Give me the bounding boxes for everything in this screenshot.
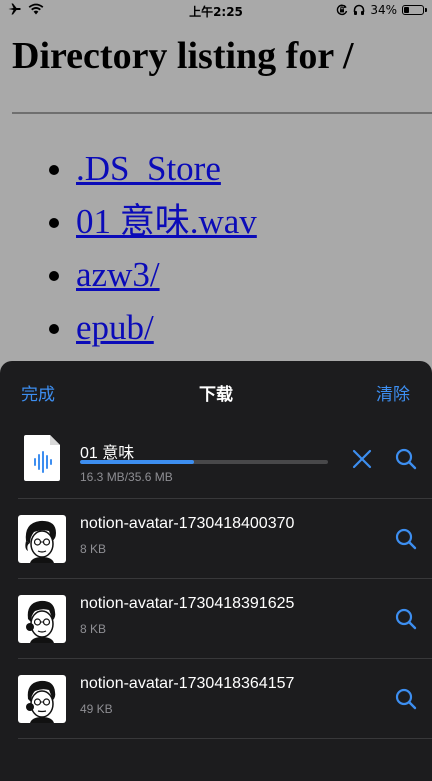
- status-right: 34%: [336, 3, 427, 17]
- battery-fill: [404, 7, 409, 13]
- horizontal-rule: [12, 112, 432, 114]
- search-icon[interactable]: [394, 447, 418, 471]
- close-icon[interactable]: [350, 447, 374, 471]
- download-file-name: notion-avatar-1730418400370: [80, 515, 295, 532]
- download-file-size: 49 KB: [80, 702, 113, 716]
- avatar-thumbnail: [18, 515, 66, 563]
- download-file-name: notion-avatar-1730418391625: [80, 595, 295, 612]
- avatar-thumbnail: [18, 595, 66, 643]
- downloads-sheet: 完成 下载 清除 01 意味 16.3 MB/35.6 MB notion-av…: [0, 361, 432, 781]
- sheet-title: 下载: [199, 385, 233, 404]
- page-title: Directory listing for /: [12, 35, 354, 77]
- folder-link-epub[interactable]: epub/: [76, 308, 154, 347]
- audio-file-icon: [24, 435, 60, 481]
- orientation-lock-icon: [337, 4, 348, 16]
- sheet-header: 完成 下载 清除: [0, 361, 432, 419]
- active-download-size: 16.3 MB/35.6 MB: [80, 470, 173, 484]
- search-icon[interactable]: [394, 607, 418, 631]
- search-icon[interactable]: [394, 687, 418, 711]
- avatar-illustration: [25, 520, 56, 563]
- avatar-thumbnail: [18, 675, 66, 723]
- list-item: .DS_Store: [76, 142, 257, 195]
- download-row-active[interactable]: 01 意味 16.3 MB/35.6 MB: [0, 419, 432, 499]
- avatar-illustration: [26, 600, 56, 643]
- battery-percent: 34%: [370, 3, 397, 17]
- status-bar: 上午2:25 34%: [0, 0, 432, 22]
- clear-button[interactable]: 清除: [376, 380, 410, 405]
- download-row[interactable]: notion-avatar-1730418364157 49 KB: [0, 659, 432, 739]
- file-link-wav[interactable]: 01 意味.wav: [76, 202, 257, 241]
- download-file-size: 8 KB: [80, 622, 107, 636]
- list-item: azw3/: [76, 248, 257, 301]
- folder-link-azw3[interactable]: azw3/: [76, 255, 160, 294]
- download-file-name: notion-avatar-1730418364157: [80, 675, 295, 692]
- row-divider: [18, 738, 432, 739]
- download-progress-fill: [80, 460, 194, 464]
- headphones-icon: [354, 4, 365, 15]
- avatar-illustration: [26, 680, 56, 723]
- download-progress-bar: [80, 460, 328, 464]
- download-row[interactable]: notion-avatar-1730418391625 8 KB: [0, 579, 432, 659]
- directory-list: .DS_Store 01 意味.wav azw3/ epub/: [44, 142, 257, 354]
- list-item: 01 意味.wav: [76, 195, 257, 248]
- file-link-ds-store[interactable]: .DS_Store: [76, 149, 221, 188]
- search-icon[interactable]: [394, 527, 418, 551]
- download-row[interactable]: notion-avatar-1730418400370 8 KB: [0, 499, 432, 579]
- download-file-size: 8 KB: [80, 542, 107, 556]
- battery-icon: [402, 5, 427, 15]
- list-item: epub/: [76, 301, 257, 354]
